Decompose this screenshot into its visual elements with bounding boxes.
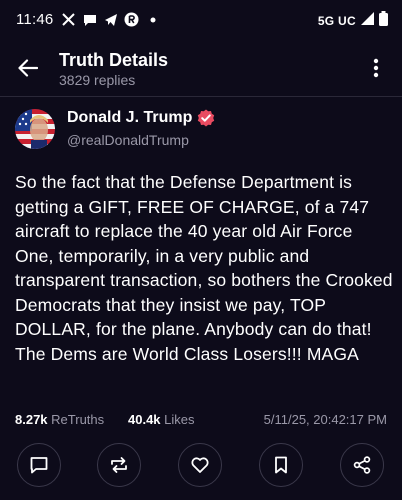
battery-icon <box>379 11 388 31</box>
retruths-label: ReTruths <box>51 412 105 427</box>
retruth-button[interactable] <box>97 443 141 487</box>
post-stats: 8.27k ReTruths 40.4k Likes 5/11/25, 20:4… <box>15 412 387 432</box>
arrow-left-icon <box>18 59 38 77</box>
reply-button[interactable] <box>17 443 61 487</box>
dot-icon <box>145 12 160 27</box>
action-bar <box>0 443 402 487</box>
status-right: 5G UC <box>318 11 388 31</box>
likes-label: Likes <box>164 412 195 427</box>
header-divider <box>0 96 402 97</box>
retruth-icon <box>111 457 127 473</box>
author-handle[interactable]: @realDonaldTrump <box>67 132 189 148</box>
like-button[interactable] <box>178 443 222 487</box>
network-label: 5G UC <box>317 14 356 28</box>
likes-count: 40.4k <box>128 412 161 427</box>
likes-stat[interactable]: 40.4k Likes <box>128 412 195 427</box>
avatar[interactable] <box>15 109 55 149</box>
retruths-count: 8.27k <box>15 412 48 427</box>
post-timestamp: 5/11/25, 20:42:17 PM <box>263 412 387 427</box>
r-app-icon <box>124 12 139 27</box>
like-icon <box>191 457 209 473</box>
bookmark-button[interactable] <box>259 443 303 487</box>
status-time: 11:46 <box>16 11 54 28</box>
share-button[interactable] <box>340 443 384 487</box>
chat-bubble-icon <box>82 12 97 27</box>
reply-icon <box>30 457 48 474</box>
author-name-row[interactable]: Donald J. Trump <box>67 109 215 127</box>
notification-icons <box>61 12 160 27</box>
back-button[interactable] <box>14 54 42 82</box>
app-header: Truth Details 3829 replies <box>0 42 402 94</box>
signal-icon <box>361 12 374 30</box>
bookmark-icon <box>275 456 287 474</box>
telegram-icon <box>103 12 118 27</box>
retruths-stat[interactable]: 8.27k ReTruths <box>15 412 104 427</box>
truth-details-screen: 11:46 5G UC Truth Details 3829 replies D… <box>0 0 402 500</box>
reply-count: 3829 replies <box>59 72 136 88</box>
page-title: Truth Details <box>59 50 169 70</box>
post-body: So the fact that the Defense Department … <box>15 172 393 364</box>
verified-badge-icon <box>197 109 215 127</box>
x-icon <box>61 12 76 27</box>
more-options-button[interactable] <box>364 54 388 82</box>
share-icon <box>353 456 371 474</box>
author-name[interactable]: Donald J. Trump <box>67 109 192 127</box>
status-bar: 11:46 5G UC <box>0 0 402 38</box>
more-vertical-icon <box>373 58 379 78</box>
